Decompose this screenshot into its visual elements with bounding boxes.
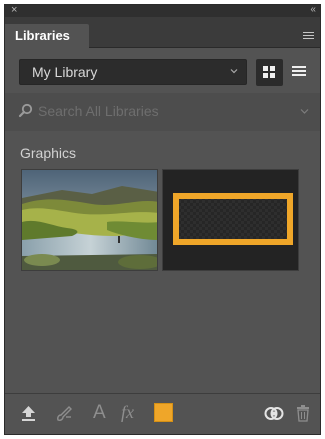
library-item-graphic[interactable] <box>162 169 299 271</box>
library-dropdown[interactable]: My Library <box>19 59 247 85</box>
grid-view-button[interactable] <box>256 59 283 86</box>
landscape-thumbnail <box>22 170 157 270</box>
brush-icon[interactable] <box>55 405 73 422</box>
library-dropdown-value: My Library <box>32 64 98 80</box>
panel-menu-icon[interactable] <box>303 32 314 40</box>
color-swatch[interactable] <box>154 403 173 422</box>
list-view-button[interactable] <box>292 66 306 79</box>
section-title-graphics: Graphics <box>20 145 77 161</box>
layer-style-icon[interactable]: fx <box>121 402 134 423</box>
tab-row: Libraries <box>5 17 320 49</box>
trash-icon[interactable] <box>296 405 310 422</box>
tab-libraries[interactable]: Libraries <box>5 24 89 49</box>
collapse-panel-button[interactable]: ‹‹ <box>310 3 316 17</box>
creative-cloud-icon[interactable] <box>264 405 286 422</box>
panel-title-bar: × ‹‹ <box>5 3 320 17</box>
search-input[interactable]: Search All Libraries <box>38 103 159 119</box>
upload-icon[interactable] <box>21 405 36 422</box>
rectangle-graphic-thumbnail <box>173 193 293 245</box>
libraries-panel: × ‹‹ Libraries My Library Search All Lib… <box>4 4 321 435</box>
close-panel-button[interactable]: × <box>11 3 17 17</box>
bottom-toolbar: A fx <box>5 393 320 434</box>
search-icon <box>18 103 33 118</box>
chevron-down-icon <box>230 69 238 74</box>
library-item-photo[interactable] <box>21 169 158 271</box>
character-style-icon[interactable]: A <box>93 402 106 424</box>
chevron-down-icon[interactable] <box>300 107 309 115</box>
search-bar[interactable]: Search All Libraries <box>5 93 320 131</box>
